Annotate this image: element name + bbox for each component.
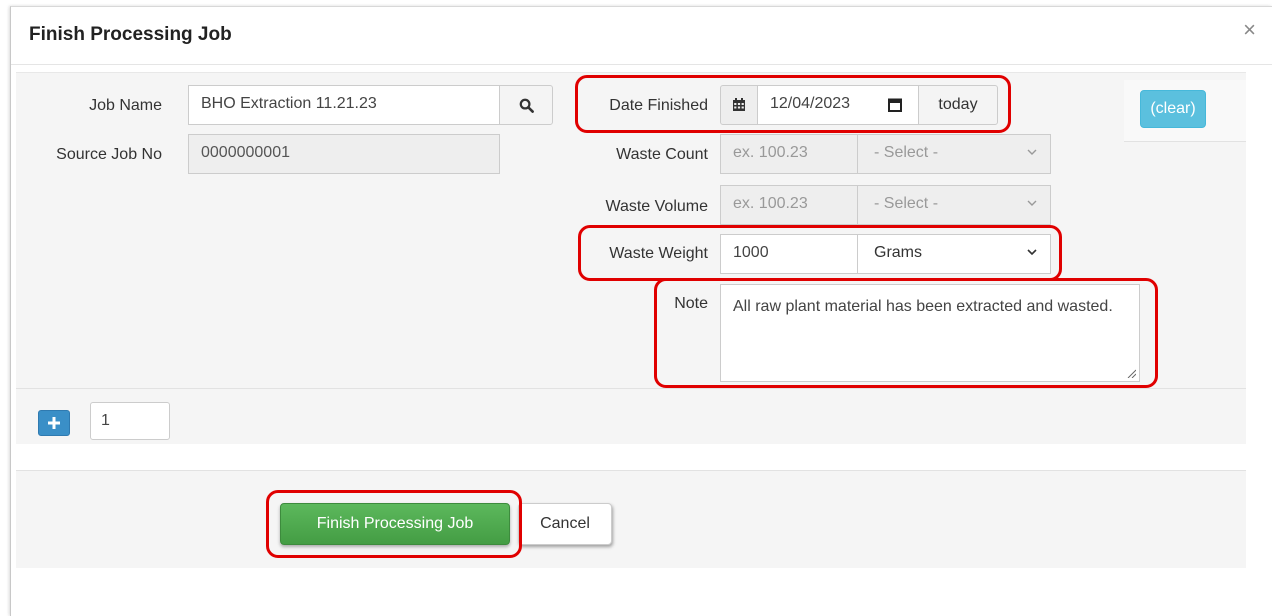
finish-processing-job-button[interactable]: Finish Processing Job <box>280 503 510 545</box>
waste-count-unit-value: - Select - <box>874 144 939 161</box>
note-textarea[interactable]: All raw plant material has been extracte… <box>720 284 1140 382</box>
close-icon[interactable]: × <box>1243 19 1256 41</box>
job-name-input[interactable]: BHO Extraction 11.21.23 <box>188 85 500 125</box>
note-label: Note <box>674 295 708 312</box>
clear-button[interactable]: (clear) <box>1140 90 1206 128</box>
calendar-icon <box>733 98 745 111</box>
search-button[interactable] <box>499 85 553 125</box>
source-job-no-input[interactable]: 0000000001 <box>188 134 500 174</box>
waste-weight-unit-select[interactable]: Grams <box>857 234 1051 274</box>
waste-weight-input[interactable]: 1000 <box>720 234 858 274</box>
waste-volume-unit-select[interactable]: - Select - <box>857 185 1051 225</box>
modal-header: Finish Processing Job × <box>11 7 1272 65</box>
job-name-label: Job Name <box>89 97 162 114</box>
today-button[interactable]: today <box>918 85 998 125</box>
cancel-button[interactable]: Cancel <box>518 503 612 545</box>
calendar-picker-icon[interactable] <box>888 98 902 112</box>
plus-icon <box>48 417 60 429</box>
waste-volume-unit-value: - Select - <box>874 195 939 212</box>
waste-weight-label: Waste Weight <box>609 245 708 262</box>
date-finished-value: 12/04/2023 <box>770 95 851 112</box>
chevron-down-icon <box>1027 149 1037 155</box>
chevron-down-icon <box>1027 249 1037 256</box>
modal-title: Finish Processing Job <box>29 24 232 45</box>
search-icon <box>519 98 534 113</box>
source-job-no-label: Source Job No <box>56 146 162 163</box>
waste-count-label: Waste Count <box>616 146 708 163</box>
waste-weight-unit-value: Grams <box>874 244 922 261</box>
waste-count-unit-select[interactable]: - Select - <box>857 134 1051 174</box>
waste-volume-label: Waste Volume <box>605 198 708 215</box>
chevron-down-icon <box>1027 200 1037 206</box>
add-row-button[interactable] <box>38 410 70 436</box>
resize-handle-icon[interactable] <box>1126 368 1136 378</box>
row-quantity-input[interactable]: 1 <box>90 402 170 440</box>
date-finished-label: Date Finished <box>609 97 708 114</box>
date-finished-input[interactable]: 12/04/2023 <box>757 85 919 125</box>
waste-volume-input[interactable]: ex. 100.23 <box>720 185 858 225</box>
modal-footer <box>16 470 1246 568</box>
note-text: All raw plant material has been extracte… <box>733 298 1113 315</box>
add-row-panel <box>16 388 1246 444</box>
calendar-addon <box>720 85 758 125</box>
waste-count-input[interactable]: ex. 100.23 <box>720 134 858 174</box>
